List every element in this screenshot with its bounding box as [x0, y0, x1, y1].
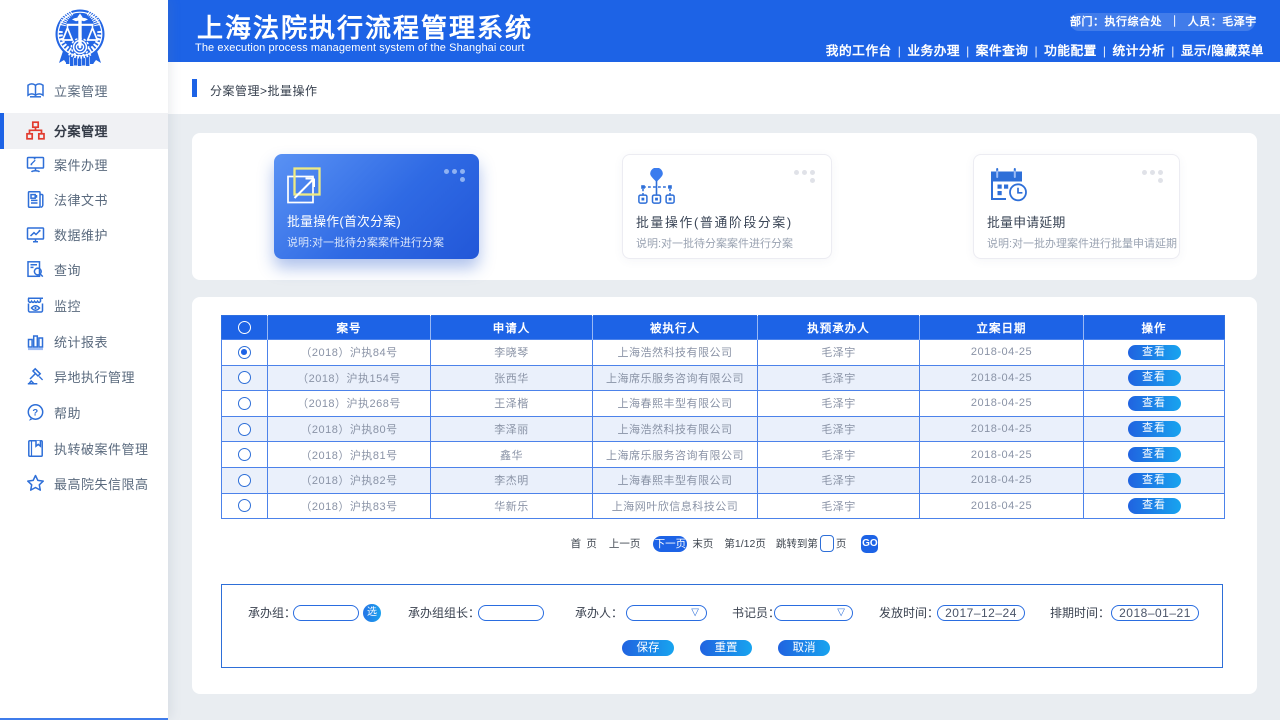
svg-text:?: ?: [32, 407, 38, 418]
